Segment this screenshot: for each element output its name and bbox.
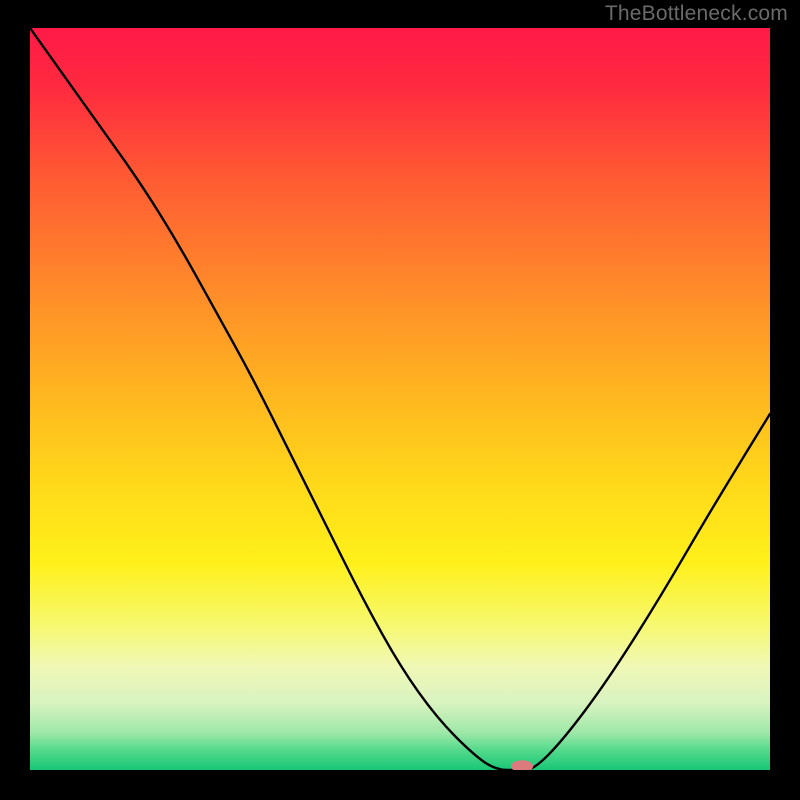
bottleneck-curve <box>30 28 770 770</box>
chart-container: TheBottleneck.com <box>0 0 800 800</box>
plot-area <box>30 28 770 770</box>
optimal-marker <box>511 760 533 770</box>
curve-layer <box>30 28 770 770</box>
watermark-text: TheBottleneck.com <box>605 2 788 26</box>
